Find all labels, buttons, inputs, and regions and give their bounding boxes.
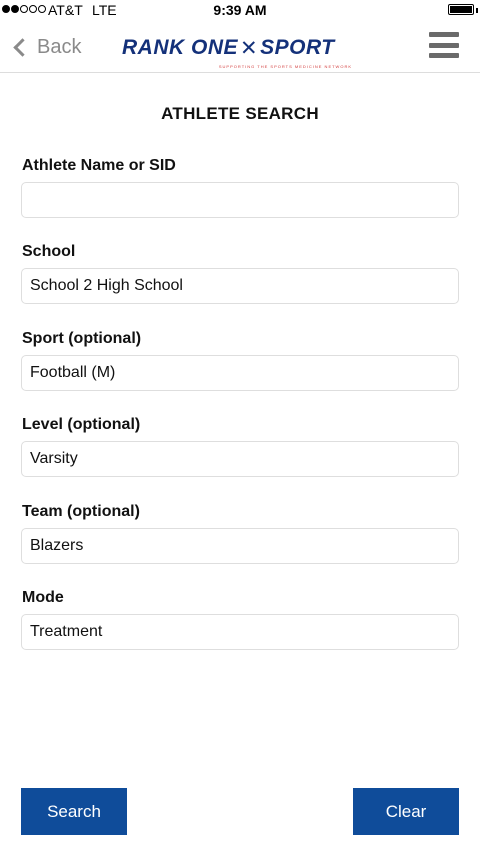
battery-tip: [476, 8, 478, 13]
hamburger-menu-icon[interactable]: [429, 32, 459, 58]
level-select[interactable]: Varsity: [21, 441, 459, 477]
chevron-left-icon: [13, 37, 32, 57]
clear-button[interactable]: Clear: [353, 788, 459, 835]
battery-icon: [448, 4, 474, 15]
mode-label: Mode: [22, 589, 64, 606]
athlete-name-input[interactable]: [21, 182, 459, 218]
nav-bar: Back RANK ONE ✕ SPORT SUPPORTING THE SPO…: [0, 20, 480, 73]
status-bar: AT&T LTE 9:39 AM: [0, 0, 480, 20]
team-label: Team (optional): [22, 503, 140, 520]
level-label: Level (optional): [22, 416, 141, 433]
sport-select[interactable]: Football (M): [21, 355, 459, 391]
back-label: Back: [37, 35, 82, 58]
school-select[interactable]: School 2 High School: [21, 268, 459, 304]
logo-mark: ✕: [240, 36, 259, 60]
athlete-name-label: Athlete Name or SID: [22, 157, 176, 174]
mode-select[interactable]: Treatment: [21, 614, 459, 650]
team-select[interactable]: Blazers: [21, 528, 459, 564]
rank-one-sport-logo: RANK ONE ✕ SPORT: [122, 34, 362, 62]
logo-text-right: SPORT: [260, 36, 335, 59]
athlete-search-screen: AT&T LTE 9:39 AM Back RANK ONE ✕ SPORT S…: [0, 0, 480, 854]
page-title: ATHLETE SEARCH: [161, 104, 319, 123]
clock: 9:39 AM: [213, 2, 267, 18]
logo-tagline: SUPPORTING THE SPORTS MEDICINE NETWORK: [218, 64, 352, 69]
sport-label: Sport (optional): [22, 330, 142, 347]
logo-text-left: RANK ONE: [122, 36, 239, 59]
school-label: School: [22, 243, 76, 260]
search-button[interactable]: Search: [21, 788, 127, 835]
back-button[interactable]: Back: [10, 32, 81, 62]
